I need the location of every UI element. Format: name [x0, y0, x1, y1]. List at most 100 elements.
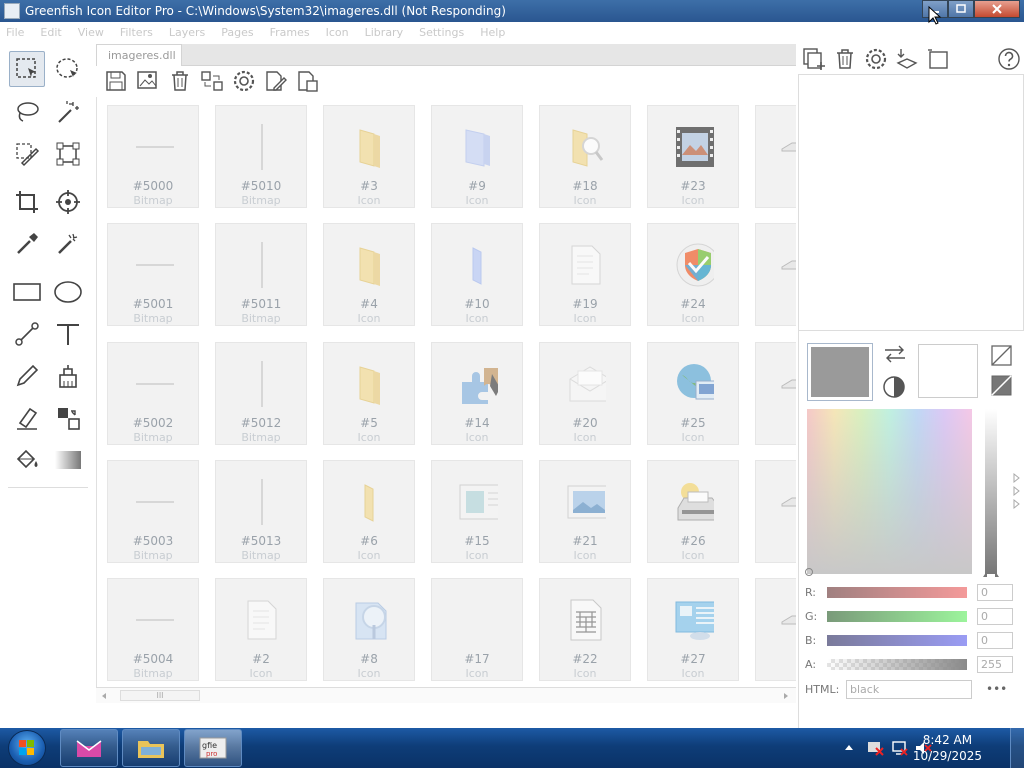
rect-select-tool[interactable]	[9, 51, 45, 87]
alpha-slider[interactable]	[827, 658, 967, 670]
blue-value-field[interactable]: 0	[977, 631, 1013, 649]
menu-pages[interactable]: Pages	[221, 26, 253, 39]
green-value-field[interactable]: 0	[977, 607, 1013, 625]
resource-tile[interactable]: #19 Icon	[539, 223, 631, 326]
scroll-right-icon[interactable]	[782, 692, 790, 700]
resource-tile[interactable]: #21 Icon	[539, 460, 631, 563]
resource-tile-partial[interactable]	[755, 342, 796, 445]
resource-tile[interactable]: #5013 Bitmap	[215, 460, 307, 563]
menu-view[interactable]: View	[78, 26, 104, 39]
save-button[interactable]	[100, 67, 132, 95]
panel-expand-icon[interactable]	[1012, 473, 1022, 517]
resource-tile-partial[interactable]	[755, 460, 796, 563]
resource-tile[interactable]: #5010 Bitmap	[215, 105, 307, 208]
eraser-tool[interactable]	[9, 400, 45, 436]
resource-tile[interactable]: #18 Icon	[539, 105, 631, 208]
properties-button[interactable]	[228, 67, 260, 95]
ellipse-select-tool[interactable]	[50, 51, 86, 87]
luminance-slider[interactable]	[985, 409, 997, 574]
resource-tile[interactable]: #17 Icon	[431, 578, 523, 681]
resource-tile[interactable]: #24 Icon	[647, 223, 739, 326]
menu-help[interactable]: Help	[480, 26, 505, 39]
taskbar-app-explorer[interactable]	[122, 729, 180, 767]
menu-library[interactable]: Library	[365, 26, 403, 39]
resource-tile[interactable]: #26 Icon	[647, 460, 739, 563]
red-value-field[interactable]: 0	[977, 583, 1013, 601]
blue-slider[interactable]	[827, 634, 967, 646]
background-color-swatch[interactable]	[918, 344, 978, 398]
help-button[interactable]	[993, 45, 1024, 73]
taskbar-app-greenfish[interactable]: gfie pro	[184, 729, 242, 767]
transparent-color-icon[interactable]	[991, 345, 1013, 367]
extract-image-button[interactable]	[132, 67, 164, 95]
foreground-color-swatch[interactable]	[807, 343, 873, 401]
resource-tile[interactable]: #2 Icon	[215, 578, 307, 681]
menu-file[interactable]: File	[6, 26, 24, 39]
resource-tile-partial[interactable]	[755, 578, 796, 681]
resource-tile[interactable]: #5004 Bitmap	[107, 578, 199, 681]
resource-tile[interactable]: #8 Icon	[323, 578, 415, 681]
color-picker-tool[interactable]	[9, 226, 45, 262]
menu-icon[interactable]: Icon	[326, 26, 349, 39]
resource-tile[interactable]: #4 Icon	[323, 223, 415, 326]
resource-tile[interactable]: #5003 Bitmap	[107, 460, 199, 563]
line-tool[interactable]	[9, 316, 45, 352]
resource-tile[interactable]: #3 Icon	[323, 105, 415, 208]
edit-resource-button[interactable]	[260, 67, 292, 95]
resource-tile-partial[interactable]	[755, 105, 796, 208]
resource-tile[interactable]: #5000 Bitmap	[107, 105, 199, 208]
resource-tile[interactable]: #10 Icon	[431, 223, 523, 326]
ellipse-tool[interactable]	[50, 274, 86, 310]
resource-tile[interactable]: #23 Icon	[647, 105, 739, 208]
menu-layers[interactable]: Layers	[169, 26, 205, 39]
luminance-handle-icon[interactable]	[982, 570, 1000, 578]
retouch-tool[interactable]	[50, 226, 86, 262]
menu-filters[interactable]: Filters	[120, 26, 153, 39]
action-center-icon[interactable]	[866, 740, 884, 756]
menu-settings[interactable]: Settings	[419, 26, 464, 39]
alpha-value-field[interactable]: 255	[977, 655, 1013, 673]
inverted-color-icon[interactable]	[991, 375, 1013, 397]
start-button[interactable]	[8, 730, 46, 766]
resource-tile[interactable]: #5011 Bitmap	[215, 223, 307, 326]
taskbar-app-mail[interactable]	[60, 729, 118, 767]
gradient-tool[interactable]	[50, 442, 86, 478]
resource-tile[interactable]: #25 Icon	[647, 342, 739, 445]
resource-tile[interactable]: #14 Icon	[431, 342, 523, 445]
green-slider[interactable]	[827, 610, 967, 622]
swap-colors-icon[interactable]	[882, 344, 908, 364]
delete-button[interactable]	[164, 67, 196, 95]
replace-color-tool[interactable]	[50, 400, 86, 436]
html-color-input[interactable]: black	[846, 679, 972, 699]
resource-tile[interactable]: #20 Icon	[539, 342, 631, 445]
resource-tile-partial[interactable]	[755, 223, 796, 326]
new-layer-button[interactable]	[798, 45, 829, 73]
color-spectrum-picker[interactable]	[807, 409, 972, 574]
maximize-button[interactable]	[948, 0, 974, 18]
system-clock[interactable]: 8:42 AM 10/29/2025	[913, 732, 982, 764]
horizontal-scrollbar[interactable]: III	[96, 687, 796, 703]
save-resource-button[interactable]	[292, 67, 324, 95]
pencil-tool[interactable]	[9, 358, 45, 394]
replace-button[interactable]	[196, 67, 228, 95]
delete-layer-button[interactable]	[829, 45, 860, 73]
merge-layers-button[interactable]	[891, 45, 922, 73]
menu-edit[interactable]: Edit	[40, 26, 61, 39]
layer-properties-button[interactable]	[860, 45, 891, 73]
magic-wand-tool[interactable]	[50, 94, 86, 130]
crop-tool[interactable]	[9, 184, 45, 220]
lasso-tool[interactable]	[9, 94, 45, 130]
show-desktop-button[interactable]	[1010, 728, 1024, 768]
resource-tile[interactable]: #9 Icon	[431, 105, 523, 208]
show-hidden-icons-icon[interactable]	[844, 743, 854, 751]
scroll-thumb[interactable]: III	[120, 690, 200, 701]
resource-tile[interactable]: #5012 Bitmap	[215, 342, 307, 445]
network-icon[interactable]	[890, 740, 908, 756]
brush-tool[interactable]	[50, 358, 86, 394]
fill-tool[interactable]	[9, 442, 45, 478]
more-colors-button[interactable]: •••	[986, 682, 1007, 696]
text-tool[interactable]	[50, 316, 86, 352]
menu-frames[interactable]: Frames	[270, 26, 310, 39]
pen-select-tool[interactable]	[9, 136, 45, 172]
resource-tile[interactable]: #27 Icon	[647, 578, 739, 681]
